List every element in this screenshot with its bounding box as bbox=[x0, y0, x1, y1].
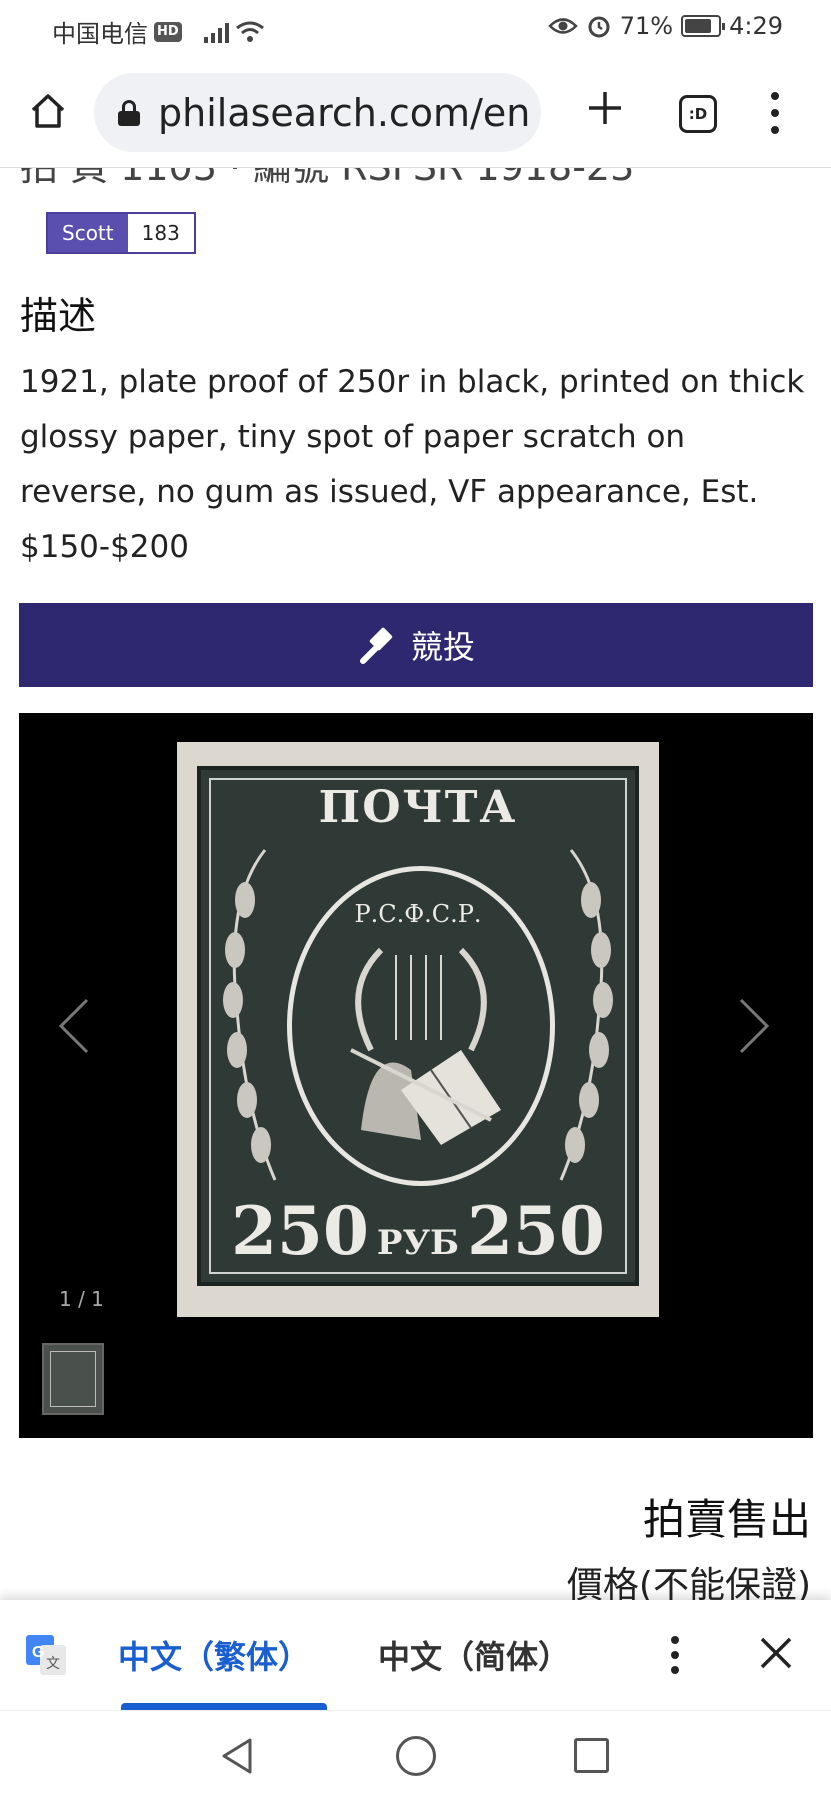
catalog-label: Scott bbox=[48, 214, 128, 252]
clock: 4:29 bbox=[729, 12, 783, 40]
tab-switcher-button[interactable]: :D bbox=[679, 95, 717, 133]
lock-icon[interactable] bbox=[118, 99, 140, 126]
alarm-icon bbox=[588, 16, 610, 38]
home-nav-icon[interactable] bbox=[396, 1736, 436, 1776]
catalog-badge: Scott 183 bbox=[46, 212, 196, 254]
bid-button-label: 競投 bbox=[410, 628, 475, 666]
recent-apps-icon[interactable] bbox=[574, 1738, 609, 1773]
hd-badge: HD bbox=[154, 21, 182, 42]
url-text[interactable]: philasearch.com/en bbox=[158, 91, 530, 135]
wreath-right-icon bbox=[559, 849, 613, 1181]
image-gallery[interactable]: ПОЧТА Р.С.Ф.С.Р. 250 РУБ 250 1 / 1 bbox=[19, 713, 813, 1438]
stamp-value-right: 250 bbox=[467, 1192, 605, 1270]
home-icon[interactable] bbox=[28, 91, 68, 131]
battery-percent: 71% bbox=[619, 12, 674, 40]
stamp-title: ПОЧТА bbox=[318, 782, 518, 833]
browser-toolbar: philasearch.com/en :D bbox=[0, 58, 831, 168]
chevron-left-icon[interactable] bbox=[55, 996, 95, 1056]
stamp-value-left: 250 bbox=[231, 1192, 369, 1270]
google-translate-icon[interactable]: G 文 bbox=[24, 1633, 68, 1677]
back-icon[interactable] bbox=[218, 1736, 258, 1776]
status-right: 71% 4:29 bbox=[547, 12, 783, 40]
translate-more-icon[interactable] bbox=[665, 1633, 685, 1677]
wifi-icon bbox=[235, 21, 264, 42]
image-counter: 1 / 1 bbox=[59, 1287, 104, 1311]
bid-button[interactable]: 競投 bbox=[19, 603, 813, 687]
lyre-book-icon bbox=[350, 947, 501, 1145]
eye-icon bbox=[547, 18, 578, 34]
plus-icon bbox=[589, 92, 621, 124]
gavel-icon bbox=[359, 627, 393, 664]
status-left: 中国电信 HD bbox=[52, 14, 265, 49]
sold-heading: 拍賣售出 bbox=[642, 1495, 811, 1544]
signal-icon bbox=[203, 21, 229, 43]
close-icon[interactable] bbox=[758, 1635, 794, 1671]
battery-icon bbox=[681, 15, 726, 37]
active-tab-indicator bbox=[121, 1703, 327, 1710]
stamp-value: 250 РУБ 250 bbox=[201, 1192, 635, 1270]
more-vert-icon[interactable] bbox=[760, 88, 790, 138]
page-content: 拍 頁 1103 · 編號 RSFSR 1918-23 Scott 183 描述… bbox=[0, 168, 831, 1600]
thumbnail[interactable] bbox=[42, 1343, 104, 1415]
address-bar[interactable]: philasearch.com/en bbox=[94, 73, 541, 152]
status-bar: 中国电信 HD 71% 4:29 bbox=[0, 0, 831, 58]
catalog-number: 183 bbox=[127, 214, 194, 252]
stamp-image: ПОЧТА Р.С.Ф.С.Р. 250 РУБ 250 bbox=[177, 742, 659, 1317]
carrier-label: 中国电信 bbox=[52, 20, 148, 48]
wreath-left-icon bbox=[223, 849, 277, 1181]
new-tab-button[interactable] bbox=[580, 88, 630, 138]
svg-text:文: 文 bbox=[46, 1656, 60, 1672]
description-heading: 描述 bbox=[20, 294, 97, 338]
stamp-currency: РУБ bbox=[376, 1223, 460, 1263]
svg-text:G: G bbox=[32, 1644, 44, 1661]
system-nav-bar bbox=[0, 1710, 831, 1800]
translate-bar: G 文 中文（繁体） 中文（简体） bbox=[0, 1600, 831, 1710]
description-text: 1921, plate proof of 250r in black, prin… bbox=[20, 364, 805, 565]
price-note: 價格(不能保證) bbox=[566, 1565, 811, 1600]
lot-title: 拍 頁 1103 · 編號 RSFSR 1918-23 bbox=[20, 168, 634, 191]
tab-simplified-chinese[interactable]: 中文（简体） bbox=[378, 1632, 570, 1678]
stamp-subtitle: Р.С.Ф.С.Р. bbox=[354, 900, 482, 928]
chevron-right-icon[interactable] bbox=[733, 996, 773, 1056]
tab-traditional-chinese[interactable]: 中文（繁体） bbox=[118, 1632, 310, 1678]
stamp-print: ПОЧТА Р.С.Ф.С.Р. 250 РУБ 250 bbox=[197, 766, 639, 1286]
